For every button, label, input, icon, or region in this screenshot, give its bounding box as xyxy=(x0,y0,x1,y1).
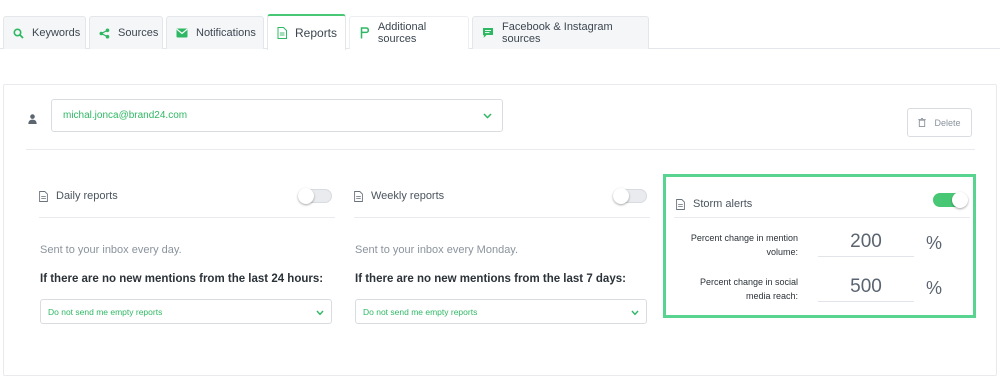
document-icon xyxy=(676,198,685,210)
weekly-empty-condition: If there are no new mentions from the la… xyxy=(355,273,626,285)
user-icon xyxy=(28,111,37,129)
mention-volume-label: Percent change in mention volume: xyxy=(690,233,798,257)
tab-additional-sources[interactable]: Additional sources xyxy=(349,16,469,49)
social-reach-label: Percent change in social media reach: xyxy=(699,277,798,301)
chat-icon xyxy=(482,27,494,39)
daily-empty-report-select[interactable]: Do not send me empty reports xyxy=(40,299,332,324)
trash-icon xyxy=(918,118,927,127)
tab-label: Facebook & Instagram sources xyxy=(502,21,613,45)
percent-unit: % xyxy=(926,278,943,298)
tab-label: Additional sources xyxy=(377,21,427,45)
daily-reports-header: Daily reports xyxy=(39,190,118,202)
tab-label: Reports xyxy=(295,26,338,40)
share-icon xyxy=(99,27,110,39)
chevron-down-icon xyxy=(631,308,639,318)
percent-unit: % xyxy=(926,233,943,253)
report-settings-panel: michal.jonca@brand24.com Delete Daily re… xyxy=(3,84,997,376)
daily-reports-description: Sent to your inbox every day. xyxy=(40,244,182,256)
document-icon xyxy=(277,27,287,39)
tab-label: Sources xyxy=(118,27,159,39)
delete-button[interactable]: Delete xyxy=(907,108,972,137)
weekly-reports-title: Weekly reports xyxy=(371,190,445,202)
daily-reports-title: Daily reports xyxy=(56,190,118,202)
delete-label: Delete xyxy=(934,117,961,128)
document-icon xyxy=(39,190,48,202)
mention-volume-input[interactable]: 200 xyxy=(818,227,914,257)
recipient-email-value: michal.jonca@brand24.com xyxy=(63,110,188,121)
recipient-email-select[interactable]: michal.jonca@brand24.com xyxy=(51,99,503,132)
daily-empty-condition: If there are no new mentions from the la… xyxy=(40,273,324,285)
settings-tabs: Keywords Sources Notifications Reports A… xyxy=(0,14,1000,50)
tab-notifications[interactable]: Notifications xyxy=(166,16,264,49)
search-icon xyxy=(13,27,24,39)
tab-label: Notifications xyxy=(196,27,256,39)
tab-sources[interactable]: Sources xyxy=(89,16,163,49)
storm-alerts-card: Storm alerts Percent change in mention v… xyxy=(663,174,976,318)
storm-alerts-title: Storm alerts xyxy=(693,198,753,210)
weekly-reports-description: Sent to your inbox every Monday. xyxy=(355,244,519,256)
weekly-empty-report-select[interactable]: Do not send me empty reports xyxy=(355,299,647,324)
document-icon xyxy=(354,190,363,202)
divider xyxy=(354,217,650,218)
daily-reports-toggle[interactable] xyxy=(298,188,332,204)
weekly-empty-report-value: Do not send me empty reports xyxy=(363,306,478,317)
weekly-reports-toggle[interactable] xyxy=(613,188,647,204)
tab-keywords[interactable]: Keywords xyxy=(3,16,86,49)
tab-reports[interactable]: Reports xyxy=(267,14,346,50)
daily-empty-report-value: Do not send me empty reports xyxy=(48,306,163,317)
weekly-reports-header: Weekly reports xyxy=(354,190,444,202)
envelope-icon xyxy=(176,27,188,39)
chevron-down-icon xyxy=(316,308,324,318)
flag-p-icon xyxy=(359,27,370,39)
social-reach-input[interactable]: 500 xyxy=(818,272,914,302)
tab-facebook-instagram-sources[interactable]: Facebook & Instagram sources xyxy=(472,16,649,49)
divider xyxy=(26,149,975,150)
divider xyxy=(674,217,970,218)
divider xyxy=(39,217,335,218)
storm-alerts-toggle[interactable] xyxy=(933,192,968,208)
tab-label: Keywords xyxy=(32,27,81,39)
storm-alerts-header: Storm alerts xyxy=(676,198,752,210)
chevron-down-icon xyxy=(483,111,492,122)
